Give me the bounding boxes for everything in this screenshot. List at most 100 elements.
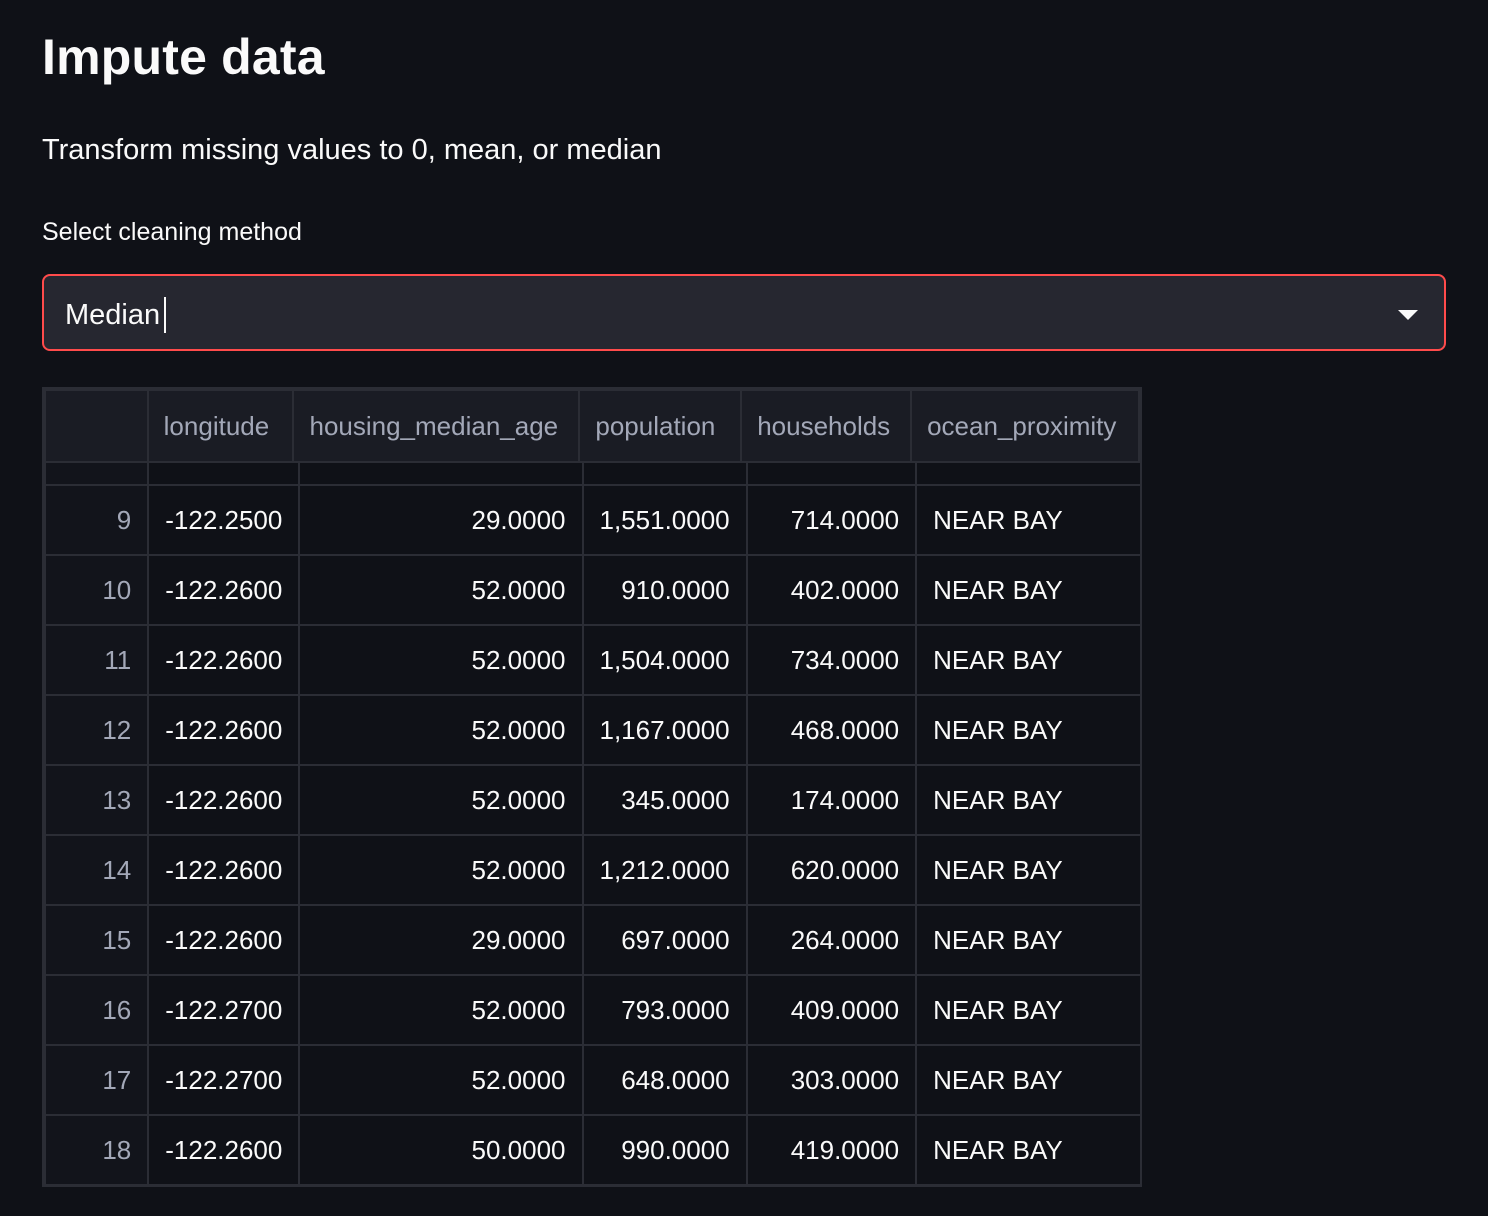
row-index-cell: 8 xyxy=(44,461,150,486)
table-cell[interactable]: 714.0000 xyxy=(745,484,918,556)
table-row[interactable]: 12 -122.2600 52.0000 1,167.0000 468.0000 NEAR… xyxy=(44,694,1140,766)
table-cell[interactable]: -122.2700 xyxy=(147,974,301,1046)
table-cell[interactable]: 264.0000 xyxy=(745,904,918,976)
table-cell[interactable]: NEAR BAY xyxy=(915,904,1140,976)
grid-body-viewport[interactable]: 8-122.260042.00001,206.0000595.0000NEAR … xyxy=(44,461,1140,1185)
body-table: 8-122.260042.00001,206.0000595.0000NEAR … xyxy=(44,461,1140,1185)
table-row[interactable]: 15 -122.2600 29.0000 697.0000 264.0000 NEAR B… xyxy=(44,904,1140,976)
table-cell[interactable]: 1,206.0000 xyxy=(581,461,748,486)
cleaning-method-select[interactable]: Median xyxy=(42,274,1446,351)
table-cell[interactable]: 52.0000 xyxy=(298,554,584,626)
table-cell[interactable]: 793.0000 xyxy=(581,974,748,1046)
select-label: Select cleaning method xyxy=(42,218,302,246)
table-cell[interactable]: 595.0000 xyxy=(745,461,918,486)
table-cell[interactable]: 468.0000 xyxy=(745,694,918,766)
table-cell[interactable]: NEAR BAY xyxy=(915,1044,1140,1116)
table-cell[interactable]: NEAR BAY xyxy=(915,764,1140,836)
table-cell[interactable]: -122.2600 xyxy=(147,554,301,626)
row-index-cell: 9 xyxy=(44,484,150,556)
table-row[interactable]: 13 -122.2600 52.0000 345.0000 174.0000 NEAR B… xyxy=(44,764,1140,836)
table-cell[interactable]: 1,212.0000 xyxy=(581,834,748,906)
table-cell[interactable]: 910.0000 xyxy=(581,554,748,626)
table-cell[interactable]: NEAR BAY xyxy=(915,554,1140,626)
table-cell[interactable]: 52.0000 xyxy=(298,1044,584,1116)
select-value-wrap[interactable]: Median xyxy=(65,297,167,333)
header-table: longitude housing_median_age population hou… xyxy=(44,389,1140,463)
row-index-cell: 15 xyxy=(44,904,150,976)
select-value[interactable]: Median xyxy=(65,299,160,332)
column-header-population[interactable]: population xyxy=(578,389,743,463)
table-row[interactable]: 18 -122.2600 50.0000 990.0000 419.0000 NEAR B… xyxy=(44,1114,1140,1185)
table-cell[interactable]: 409.0000 xyxy=(745,974,918,1046)
table-cell[interactable]: 1,504.0000 xyxy=(581,624,748,696)
row-index-cell: 10 xyxy=(44,554,150,626)
table-cell[interactable]: -122.2500 xyxy=(147,484,301,556)
table-cell[interactable]: 174.0000 xyxy=(745,764,918,836)
chevron-down-icon[interactable] xyxy=(1398,310,1418,320)
data-grid[interactable]: longitude housing_median_age population hou… xyxy=(42,387,1142,1187)
grid-rows: 8-122.260042.00001,206.0000595.0000NEAR … xyxy=(44,461,1140,1185)
table-cell[interactable]: -122.2600 xyxy=(147,904,301,976)
table-cell[interactable]: -122.2600 xyxy=(147,764,301,836)
table-cell[interactable]: 52.0000 xyxy=(298,764,584,836)
column-header-longitude[interactable]: longitude xyxy=(146,389,295,463)
header-row: longitude housing_median_age population hou… xyxy=(44,389,1140,463)
table-cell[interactable]: 620.0000 xyxy=(745,834,918,906)
grid-body-scroll: 8-122.260042.00001,206.0000595.0000NEAR … xyxy=(44,461,1140,1185)
row-index-cell: 13 xyxy=(44,764,150,836)
table-cell[interactable]: NEAR BAY xyxy=(915,461,1140,486)
table-row[interactable]: 14 -122.2600 52.0000 1,212.0000 620.0000 NEAR… xyxy=(44,834,1140,906)
table-cell[interactable]: NEAR BAY xyxy=(915,484,1140,556)
table-cell[interactable]: -122.2600 xyxy=(147,834,301,906)
table-cell[interactable]: 697.0000 xyxy=(581,904,748,976)
table-cell[interactable]: 1,551.0000 xyxy=(581,484,748,556)
table-cell[interactable]: 29.0000 xyxy=(298,484,584,556)
table-cell[interactable]: 42.0000 xyxy=(298,461,584,486)
row-index-cell: 14 xyxy=(44,834,150,906)
page-title: Impute data xyxy=(42,29,325,85)
table-cell[interactable]: 1,167.0000 xyxy=(581,694,748,766)
row-index-cell: 18 xyxy=(44,1114,150,1185)
table-cell[interactable]: NEAR BAY xyxy=(915,694,1140,766)
table-row[interactable]: 10 -122.2600 52.0000 910.0000 402.0000 NEAR B… xyxy=(44,554,1140,626)
column-header-households[interactable]: households xyxy=(740,389,913,463)
row-index-cell: 11 xyxy=(44,624,150,696)
page-subtitle: Transform missing values to 0, mean, or … xyxy=(42,134,662,166)
table-row[interactable]: 16 -122.2700 52.0000 793.0000 409.0000 NEAR B… xyxy=(44,974,1140,1046)
column-header-ocean-proximity[interactable]: ocean_proximity xyxy=(910,389,1140,463)
table-row[interactable]: 9 -122.2500 29.0000 1,551.0000 714.0000 NEAR … xyxy=(44,484,1140,556)
table-cell[interactable]: 29.0000 xyxy=(298,904,584,976)
table-cell[interactable]: 345.0000 xyxy=(581,764,748,836)
table-cell[interactable]: 734.0000 xyxy=(745,624,918,696)
table-cell[interactable]: NEAR BAY xyxy=(915,624,1140,696)
table-cell[interactable]: 52.0000 xyxy=(298,694,584,766)
table-cell[interactable]: -122.2600 xyxy=(147,1114,301,1185)
table-cell[interactable]: 52.0000 xyxy=(298,974,584,1046)
text-cursor xyxy=(164,297,167,333)
row-index-cell: 17 xyxy=(44,1044,150,1116)
table-cell[interactable]: 402.0000 xyxy=(745,554,918,626)
table-cell[interactable]: 52.0000 xyxy=(298,834,584,906)
table-cell[interactable]: 648.0000 xyxy=(581,1044,748,1116)
grid-header: longitude housing_median_age population hou… xyxy=(44,389,1140,463)
table-cell[interactable]: NEAR BAY xyxy=(915,1114,1140,1185)
table-row[interactable]: 8-122.260042.00001,206.0000595.0000NEAR … xyxy=(44,461,1140,486)
index-column-header[interactable] xyxy=(44,389,149,463)
table-row[interactable]: 11 -122.2600 52.0000 1,504.0000 734.0000 NEAR… xyxy=(44,624,1140,696)
table-cell[interactable]: 419.0000 xyxy=(745,1114,918,1185)
table-cell[interactable]: -122.2600 xyxy=(147,694,301,766)
table-cell[interactable]: -122.2700 xyxy=(147,1044,301,1116)
table-cell[interactable]: NEAR BAY xyxy=(915,834,1140,906)
row-index-cell: 12 xyxy=(44,694,150,766)
table-cell[interactable]: 52.0000 xyxy=(298,624,584,696)
table-cell[interactable]: 303.0000 xyxy=(745,1044,918,1116)
table-cell[interactable]: -122.2600 xyxy=(147,624,301,696)
column-header-housing-median-age[interactable]: housing_median_age xyxy=(292,389,581,463)
table-cell[interactable]: 990.0000 xyxy=(581,1114,748,1185)
table-cell[interactable]: NEAR BAY xyxy=(915,974,1140,1046)
page: Impute data Transform missing values to … xyxy=(0,0,1488,1216)
row-index-cell: 16 xyxy=(44,974,150,1046)
table-cell[interactable]: 50.0000 xyxy=(298,1114,584,1185)
table-cell[interactable]: -122.2600 xyxy=(147,461,301,486)
table-row[interactable]: 17 -122.2700 52.0000 648.0000 303.0000 NEAR B… xyxy=(44,1044,1140,1116)
